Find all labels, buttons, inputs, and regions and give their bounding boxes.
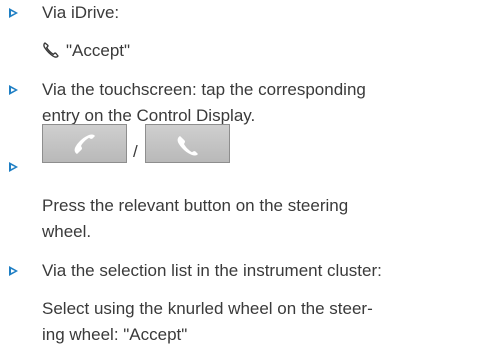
call-accept-button-icon	[42, 124, 127, 163]
item-4-line-2: Select using the knurled wheel on the st…	[42, 299, 373, 318]
item-4-line-3: ing wheel: "Accept"	[42, 325, 188, 344]
button-separator: /	[133, 142, 138, 161]
item-3-line-1: Press the relevant button on the steerin…	[42, 196, 349, 215]
accept-label: "Accept"	[66, 41, 131, 60]
item-2-line-2: entry on the Control Display.	[42, 106, 256, 125]
phone-handset-icon	[42, 41, 60, 64]
document-page: Via iDrive: "Accept" Via the touchscreen…	[0, 0, 488, 364]
bullet-arrow-icon	[9, 85, 18, 95]
item-4-line-1: Via the selection list in the instrument…	[42, 261, 382, 280]
item-2-line-1: Via the touchscreen: tap the correspondi…	[42, 80, 366, 99]
bullet-arrow-icon	[9, 8, 18, 18]
item-1-subline: "Accept"	[42, 41, 130, 64]
item-1-text: Via iDrive:	[42, 3, 120, 22]
bullet-arrow-icon	[9, 266, 18, 276]
call-end-button-icon	[145, 124, 230, 163]
item-3-line-2: wheel.	[42, 222, 92, 241]
bullet-arrow-icon	[9, 162, 18, 172]
